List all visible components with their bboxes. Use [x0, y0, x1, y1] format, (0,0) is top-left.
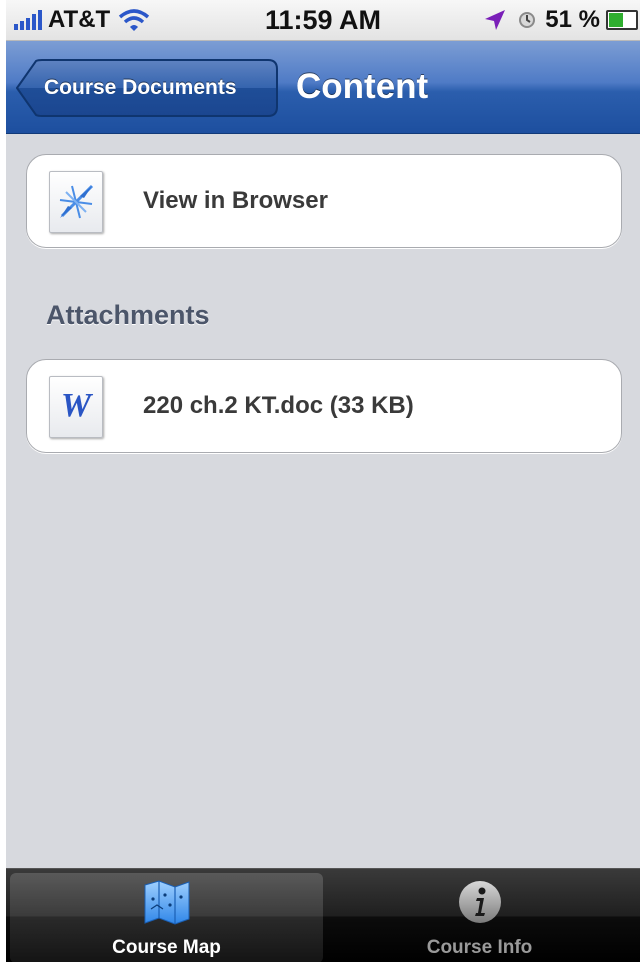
- status-bar: AT&T 11:59 AM 51 %: [6, 0, 640, 41]
- word-doc-icon: W: [49, 376, 103, 438]
- view-in-browser-label: View in Browser: [143, 187, 328, 214]
- view-in-browser-cell[interactable]: View in Browser: [26, 154, 622, 248]
- status-right: 51 %: [483, 6, 640, 34]
- word-doc-letter: W: [60, 387, 92, 424]
- battery-percent: 51 %: [545, 6, 600, 33]
- tab-course-map[interactable]: Course Map: [10, 873, 323, 962]
- back-button[interactable]: Course Documents: [16, 59, 278, 117]
- attachments-header: Attachments: [46, 300, 210, 330]
- tab-course-info[interactable]: Course Info: [323, 873, 636, 962]
- attachment-label: 220 ch.2 KT.doc (33 KB): [143, 392, 414, 419]
- location-icon: [485, 10, 506, 30]
- map-icon: [144, 880, 189, 925]
- alarm-icon: [519, 12, 536, 28]
- app-screen: AT&T 11:59 AM 51 % Course Documents Cont…: [6, 0, 640, 962]
- back-button-label: Course Documents: [44, 76, 237, 99]
- tab-course-map-label: Course Map: [112, 937, 221, 958]
- battery-icon: [606, 10, 638, 30]
- navigation-bar: Course Documents Content: [6, 41, 640, 134]
- compass-icon: [49, 171, 103, 233]
- info-icon: [458, 881, 501, 923]
- attachment-cell[interactable]: W 220 ch.2 KT.doc (33 KB): [26, 359, 622, 453]
- tab-bar: Course Map Course Info: [6, 868, 640, 962]
- page-title: Content: [296, 67, 429, 106]
- tab-course-info-label: Course Info: [426, 937, 533, 958]
